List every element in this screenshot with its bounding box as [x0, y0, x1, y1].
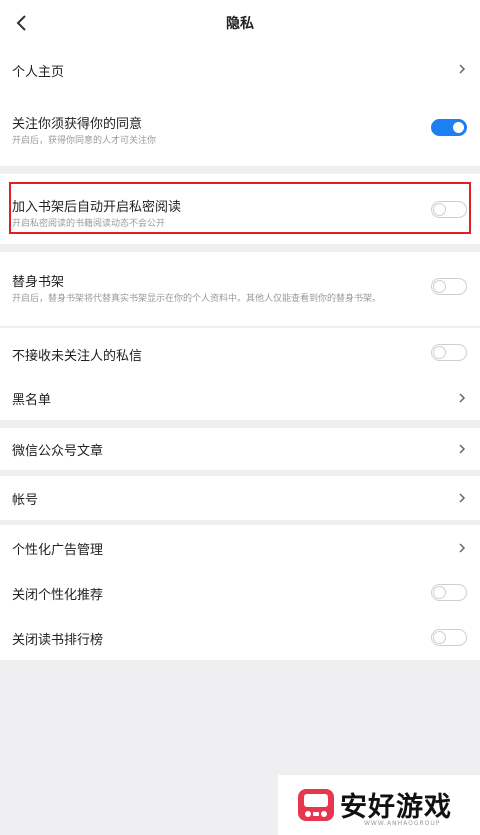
row-disable-recommendations: 关闭个性化推荐	[0, 570, 480, 615]
toggle-knob	[453, 122, 464, 133]
disable-ranking-toggle[interactable]	[431, 629, 467, 646]
profile-label: 个人主页	[12, 65, 65, 80]
block-dms-toggle[interactable]	[431, 344, 467, 361]
game-controller-icon	[298, 789, 334, 821]
settings-group-4: 不接收未关注人的私信 黑名单	[0, 328, 480, 420]
follow-consent-label: 关注你须获得你的同意	[12, 117, 143, 132]
account-label: 帐号	[12, 493, 39, 508]
proxy-bookshelf-toggle[interactable]	[431, 278, 467, 295]
proxy-bookshelf-desc: 开启后，替身书架将代替真实书架显示在你的个人资料中。其他人仅能查看到你的替身书架…	[12, 294, 382, 304]
chevron-right-icon	[459, 444, 466, 454]
block-dms-label: 不接收未关注人的私信	[12, 349, 143, 364]
row-profile[interactable]: 个人主页	[0, 46, 480, 90]
follow-consent-desc: 开启后，获得你同意的人才可关注你	[12, 136, 157, 146]
blacklist-label: 黑名单	[12, 393, 52, 408]
settings-group-5: 微信公众号文章	[0, 428, 480, 470]
settings-group-6: 帐号	[0, 476, 480, 520]
wechat-articles-label: 微信公众号文章	[12, 444, 104, 459]
row-account[interactable]: 帐号	[0, 476, 480, 520]
toggle-knob	[433, 346, 446, 359]
disable-recommendations-label: 关闭个性化推荐	[12, 588, 104, 603]
toggle-knob	[433, 631, 446, 644]
proxy-bookshelf-label: 替身书架	[12, 275, 65, 290]
chevron-right-icon	[459, 64, 466, 74]
disable-recommendations-toggle[interactable]	[431, 584, 467, 601]
row-disable-ranking: 关闭读书排行榜	[0, 615, 480, 660]
page-title: 隐私	[226, 16, 254, 32]
back-icon[interactable]	[10, 11, 34, 35]
settings-group-7: 个性化广告管理 关闭个性化推荐 关闭读书排行榜	[0, 525, 480, 660]
row-block-dms: 不接收未关注人的私信	[0, 328, 480, 376]
toggle-knob	[433, 280, 446, 293]
chevron-right-icon	[459, 393, 466, 403]
row-wechat-articles[interactable]: 微信公众号文章	[0, 428, 480, 470]
row-follow-consent: 关注你须获得你的同意 开启后，获得你同意的人才可关注你	[0, 98, 480, 166]
watermark-url: WWW.ANHAOGROUP	[364, 820, 441, 827]
disable-ranking-label: 关闭读书排行榜	[12, 633, 104, 648]
highlight-box	[9, 182, 471, 234]
row-ad-management[interactable]: 个性化广告管理	[0, 525, 480, 570]
settings-group-1: 个人主页 关注你须获得你的同意 开启后，获得你同意的人才可关注你	[0, 46, 480, 166]
chevron-right-icon	[459, 543, 466, 553]
watermark: 安好游戏 WWW.ANHAOGROUP	[278, 775, 480, 835]
top-bar: 隐私	[0, 0, 480, 46]
toggle-knob	[433, 586, 446, 599]
ad-management-label: 个性化广告管理	[12, 543, 104, 558]
watermark-text: 安好游戏	[340, 792, 452, 823]
settings-group-3: 替身书架 开启后，替身书架将代替真实书架显示在你的个人资料中。其他人仅能查看到你…	[0, 252, 480, 326]
follow-consent-toggle[interactable]	[431, 119, 467, 136]
row-blacklist[interactable]: 黑名单	[0, 376, 480, 420]
row-proxy-bookshelf: 替身书架 开启后，替身书架将代替真实书架显示在你的个人资料中。其他人仅能查看到你…	[0, 252, 480, 326]
chevron-right-icon	[459, 493, 466, 503]
